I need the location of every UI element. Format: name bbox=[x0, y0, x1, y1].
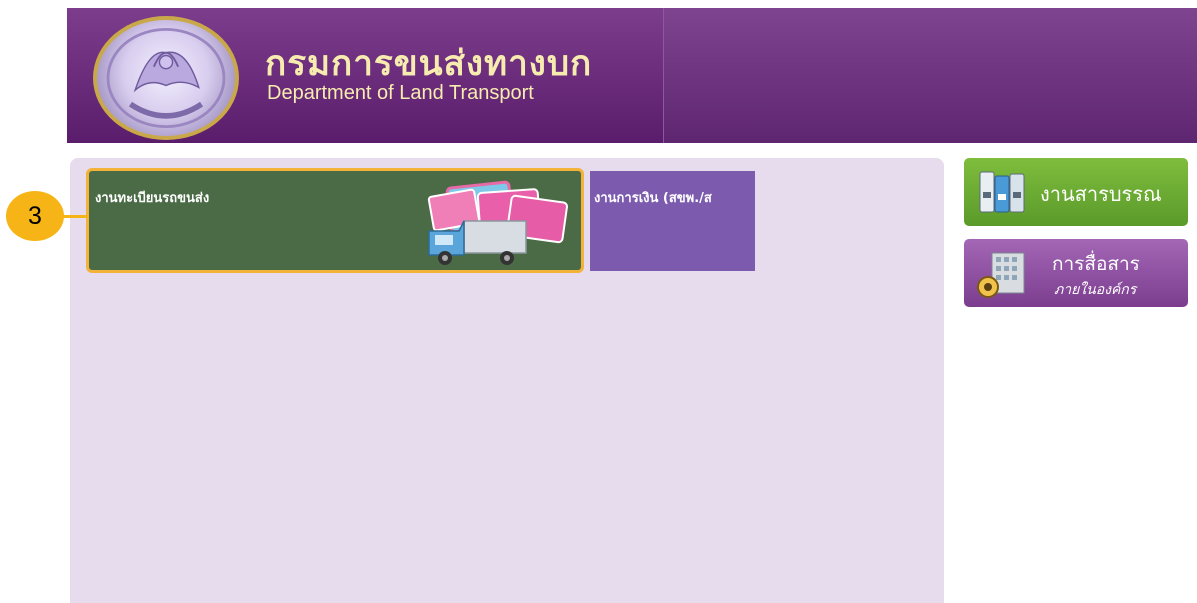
archive-button[interactable]: งานสารบรรณ bbox=[964, 158, 1188, 226]
comm-button-label-sub: ภายในองค์กร bbox=[1054, 282, 1137, 298]
tile-transport-label: งานทะเบียนรถขนส่ง bbox=[95, 191, 210, 206]
archive-button-label: งานสารบรรณ bbox=[1040, 182, 1162, 206]
tile-finance[interactable]: งานการเงิน (สขพ./ส bbox=[590, 171, 755, 271]
callout-connector bbox=[60, 215, 88, 218]
tile-finance-label: งานการเงิน (สขพ./ส bbox=[594, 191, 712, 206]
tile-transport-registration[interactable]: งานทะเบียนรถขนส่ง bbox=[86, 168, 584, 273]
step-number-badge: 3 bbox=[6, 191, 64, 241]
site-header: กรมการขนส่งทางบก Department of Land Tran… bbox=[67, 8, 1197, 143]
seal-emblem-icon bbox=[106, 27, 226, 129]
building-communication-icon bbox=[977, 252, 1025, 298]
internal-communication-button[interactable]: การสื่อสาร ภายในองค์กร bbox=[964, 239, 1188, 307]
header-divider bbox=[663, 8, 664, 143]
header-right-banner bbox=[664, 8, 1197, 143]
truck-with-tax-stickers-icon bbox=[427, 180, 568, 265]
document-binders-icon bbox=[979, 171, 1025, 213]
comm-button-label-main: การสื่อสาร bbox=[1052, 253, 1140, 275]
dlt-seal-logo bbox=[93, 16, 239, 140]
site-title-english: Department of Land Transport bbox=[267, 82, 534, 104]
